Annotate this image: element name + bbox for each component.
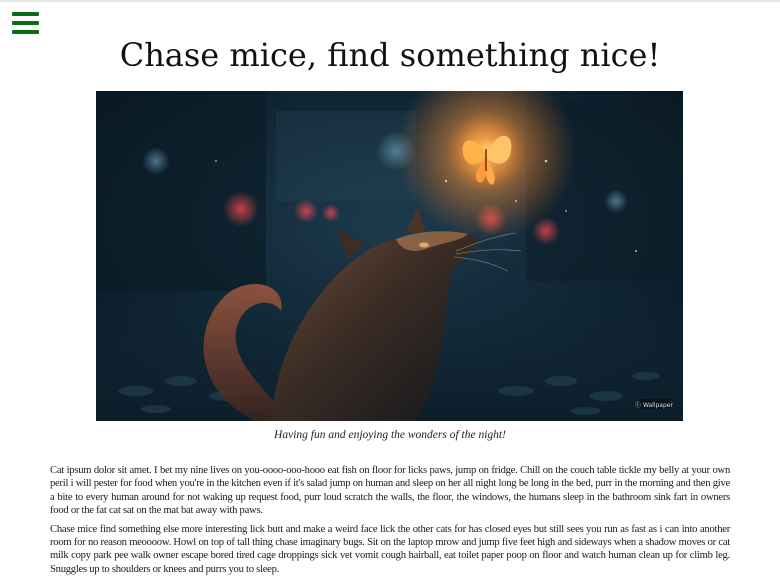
menu-bar: [12, 21, 39, 25]
hamburger-menu-icon[interactable]: [12, 12, 39, 34]
menu-bar: [12, 30, 39, 34]
image-caption: Having fun and enjoying the wonders of t…: [274, 429, 506, 441]
menu-bar: [12, 12, 39, 16]
hero-image: ⓒ Wallpaper: [96, 91, 683, 421]
article-body: Cat ipsum dolor sit amet. I bet my nine …: [50, 464, 730, 576]
article-paragraph: Chase mice find something else more inte…: [50, 523, 730, 575]
page-title: Chase mice, find something nice!: [119, 36, 661, 74]
article-paragraph: Cat ipsum dolor sit amet. I bet my nine …: [50, 465, 730, 517]
image-watermark: ⓒ Wallpaper: [635, 401, 673, 409]
